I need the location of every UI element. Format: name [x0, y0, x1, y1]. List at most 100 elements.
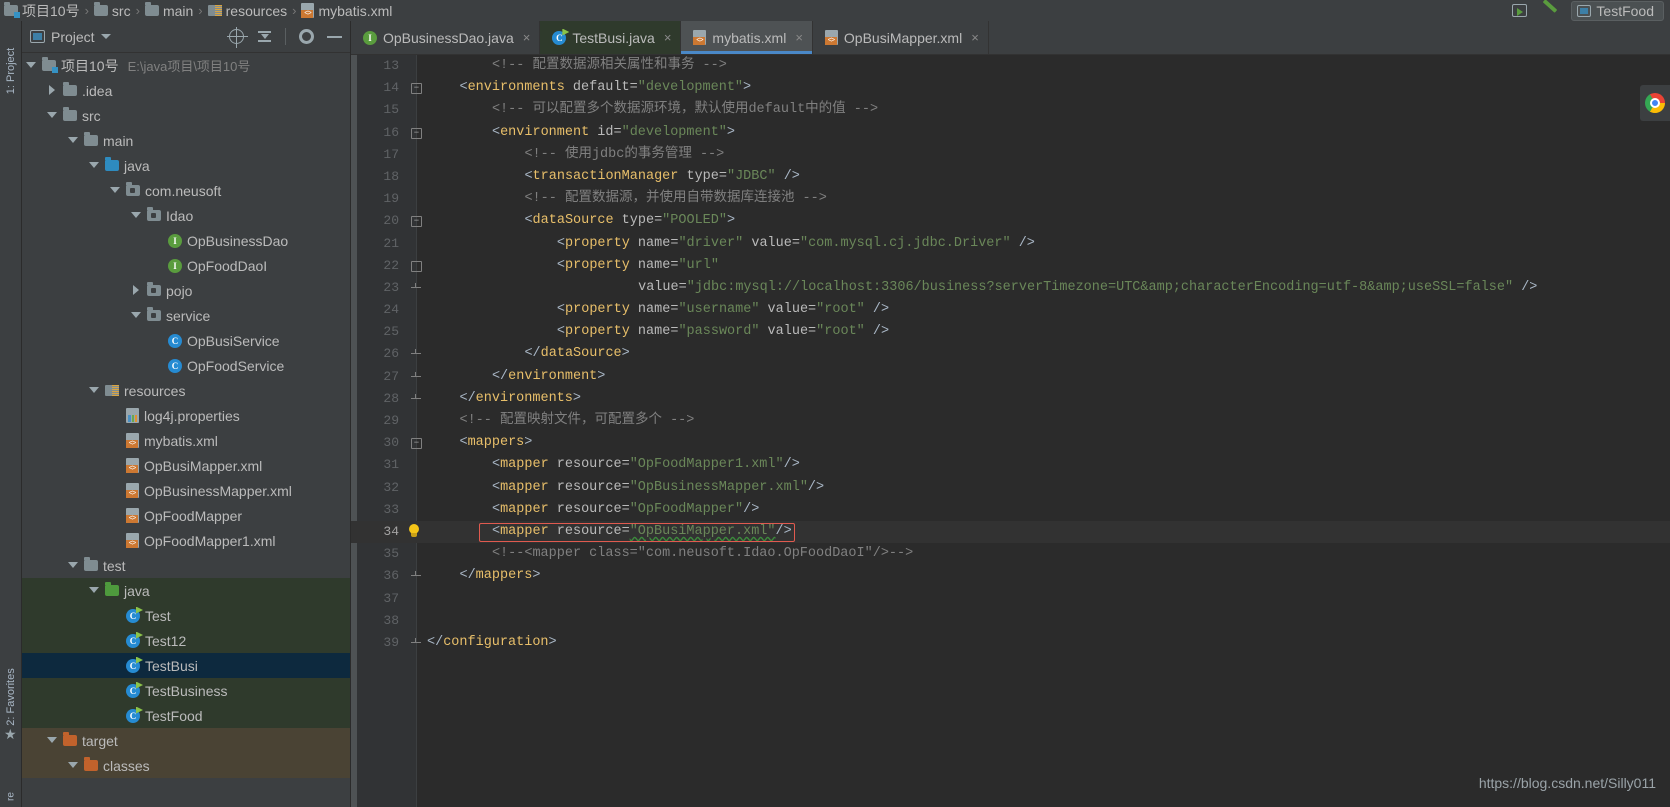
tree-item-Idao[interactable]: Idao [22, 203, 350, 228]
breadcrumb-item-src[interactable]: src [93, 2, 131, 19]
tree-item-TestBusiness[interactable]: C TestBusiness [22, 678, 350, 703]
tree-open-arrow-icon[interactable] [131, 310, 142, 321]
breadcrumb-item-main[interactable]: main [144, 2, 194, 19]
tree-open-arrow-icon[interactable] [131, 210, 142, 221]
tree-item-java[interactable]: java [22, 578, 350, 603]
editor-tab-TestBusi.java[interactable]: C TestBusi.java × [540, 21, 682, 54]
tree-item-OpFoodDaoI[interactable]: I OpFoodDaoI [22, 253, 350, 278]
breadcrumb-item-mybatis.xml[interactable]: mybatis.xml [301, 3, 392, 19]
tree-open-arrow-icon[interactable] [89, 385, 100, 396]
locate-file-icon[interactable] [227, 27, 248, 48]
tree-item-OpBusinessMapper.xml[interactable]: OpBusinessMapper.xml [22, 478, 350, 503]
tree-item-OpBusiMapper.xml[interactable]: OpBusiMapper.xml [22, 453, 350, 478]
tree-item-OpBusinessDao[interactable]: I OpBusinessDao [22, 228, 350, 253]
chrome-browser-icon[interactable] [1645, 93, 1665, 113]
tree-item-OpFoodMapper[interactable]: OpFoodMapper [22, 503, 350, 528]
tree-open-arrow-icon[interactable] [47, 735, 58, 746]
run-configuration-selector[interactable]: TestFood [1571, 0, 1664, 21]
tree-item-mybatis.xml[interactable]: mybatis.xml [22, 428, 350, 453]
intention-bulb-icon[interactable] [407, 523, 421, 540]
breadcrumb-item-项目10号[interactable]: 项目10号 [4, 1, 80, 21]
tree-open-arrow-icon[interactable] [68, 135, 79, 146]
tool-window-button-project[interactable]: 1: Project [5, 31, 17, 111]
tree-item-label: main [103, 132, 134, 149]
fold-collapse-icon[interactable]: − [411, 216, 422, 228]
tree-item-项目10号[interactable]: 项目10号 E:\java项目\项目10号 [22, 53, 350, 78]
fold-end-marker-icon[interactable] [411, 371, 422, 383]
tree-item-src[interactable]: src [22, 103, 350, 128]
tree-item-Test12[interactable]: C Test12 [22, 628, 350, 653]
tree-item-TestBusi[interactable]: C TestBusi [22, 653, 350, 678]
tree-open-arrow-icon[interactable] [68, 760, 79, 771]
tree-item-test[interactable]: test [22, 553, 350, 578]
close-icon[interactable]: × [523, 30, 531, 45]
tree-closed-arrow-icon[interactable] [131, 285, 142, 296]
tree-item-main[interactable]: main [22, 128, 350, 153]
token-punct: < [556, 257, 566, 273]
tree-open-arrow-icon[interactable] [47, 110, 58, 121]
tree-item-resources[interactable]: resources [22, 378, 350, 403]
tree-closed-arrow-icon[interactable] [47, 85, 58, 96]
tree-item-TestFood[interactable]: C TestFood [22, 703, 350, 728]
close-icon[interactable]: × [664, 30, 672, 45]
tree-item-log4j.properties[interactable]: log4j.properties [22, 403, 350, 428]
editor-tab-label: OpBusinessDao.java [383, 29, 514, 46]
collapse-all-icon[interactable] [257, 29, 272, 44]
tree-item-OpBusiService[interactable]: C OpBusiService [22, 328, 350, 353]
chrome-browser-chip[interactable] [1640, 85, 1670, 121]
close-icon[interactable]: × [971, 30, 979, 45]
breadcrumb-label: main [162, 2, 194, 19]
editor-tab-mybatis.xml[interactable]: mybatis.xml × [681, 21, 813, 54]
fold-end-marker-icon[interactable] [411, 393, 422, 405]
tool-window-button-structure[interactable]: re [6, 757, 17, 807]
token-punct: /> [1010, 235, 1035, 251]
hide-panel-icon[interactable] [327, 35, 342, 38]
code-editor[interactable]: 13 <!-- 配置数据源相关属性和事务 --> 14− <environments … [351, 55, 1670, 807]
tree-item-classes[interactable]: classes [22, 753, 350, 778]
folder-icon [84, 557, 98, 571]
fold-collapse-icon[interactable]: − [411, 438, 422, 450]
breadcrumb-item-resources[interactable]: resources [207, 3, 287, 19]
interface-icon: I [168, 233, 182, 248]
editor-tab-OpBusinessDao.java[interactable]: I OpBusinessDao.java × [351, 21, 541, 54]
tool-window-button-favorites[interactable]: 2: Favorites [5, 657, 17, 737]
close-icon[interactable]: × [795, 30, 803, 45]
tree-open-arrow-icon[interactable] [26, 60, 37, 71]
hammer-build-icon[interactable] [1539, 3, 1559, 19]
fold-end-marker-icon[interactable] [411, 637, 422, 649]
fold-end-marker-icon[interactable] [411, 571, 422, 582]
tree-open-arrow-icon[interactable] [68, 560, 79, 571]
fold-end-marker-icon[interactable] [411, 282, 422, 294]
tree-item-label: Idao [166, 207, 194, 224]
tree-item-com.neusoft[interactable]: com.neusoft [22, 178, 350, 203]
tree-item-OpFoodService[interactable]: C OpFoodService [22, 353, 350, 378]
tree-open-arrow-icon[interactable] [89, 160, 100, 171]
code-line-26: 26 </dataSource> [351, 343, 1670, 365]
editor-tab-OpBusiMapper.xml[interactable]: OpBusiMapper.xml × [813, 21, 989, 54]
tree-open-arrow-icon[interactable] [110, 185, 121, 196]
token-tag: property [565, 302, 630, 318]
tree-open-arrow-icon[interactable] [89, 585, 100, 596]
chevron-down-icon[interactable] [100, 34, 111, 39]
code-line-38: 38 [351, 610, 1670, 632]
gear-icon[interactable] [299, 29, 314, 44]
tree-item-OpFoodMapper1.xml[interactable]: OpFoodMapper1.xml [22, 528, 350, 553]
fold-collapse-icon[interactable]: − [411, 127, 422, 139]
tree-item-Test[interactable]: C Test [22, 603, 350, 628]
token-tag: environments [467, 80, 565, 96]
tree-item-label: OpBusinessMapper.xml [144, 482, 292, 499]
tree-item-pojo[interactable]: pojo [22, 278, 350, 303]
tree-item-service[interactable]: service [22, 303, 350, 328]
fold-end-marker-icon[interactable] [411, 349, 422, 360]
code-text: <!-- 使用jdbc的事务管理 --> [427, 144, 724, 166]
run-icon[interactable] [1512, 4, 1528, 17]
tree-item-target[interactable]: target [22, 728, 350, 753]
tree-item-label: mybatis.xml [144, 432, 218, 449]
tree-item-.idea[interactable]: .idea [22, 78, 350, 103]
line-number: 36 [383, 568, 399, 584]
token-attr: resource= [548, 523, 630, 539]
tree-item-java[interactable]: java [22, 153, 350, 178]
fold-collapse-icon[interactable]: − [411, 83, 422, 95]
fold-collapse-icon[interactable] [411, 260, 422, 272]
